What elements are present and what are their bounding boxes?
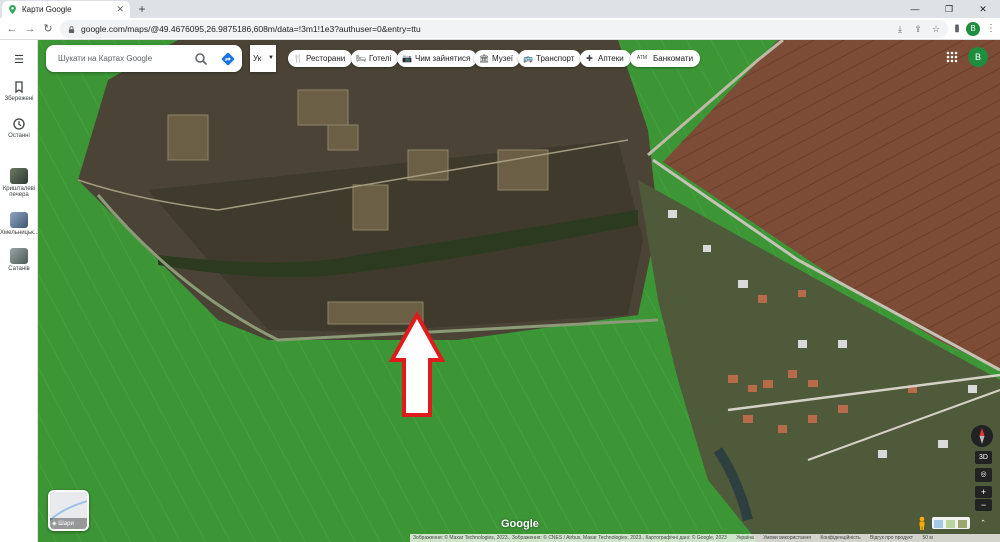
- feedback-link[interactable]: Відгук про продукт: [870, 535, 913, 541]
- tilt-3d-button[interactable]: 3D: [975, 451, 992, 464]
- imagery-thumbnails[interactable]: [932, 517, 970, 529]
- chip-hotels[interactable]: 🛏 Готелі: [351, 50, 399, 67]
- share-icon[interactable]: ⇪: [912, 23, 924, 35]
- account-avatar[interactable]: B: [968, 47, 988, 67]
- chip-things-to-do[interactable]: 📷 Чим зайнятися: [397, 50, 478, 67]
- google-logo: Google: [501, 518, 539, 530]
- download-icon[interactable]: ⤓: [894, 23, 906, 35]
- menu-button[interactable]: ☰: [0, 53, 38, 69]
- recent-place-label: Сатанів: [8, 266, 30, 272]
- zoom-in-button[interactable]: +: [975, 486, 992, 498]
- chip-label: Готелі: [369, 54, 392, 63]
- map-attribution-bar: Зображення: © Maxar Technologies, 2023.,…: [410, 534, 1000, 542]
- rail-recent[interactable]: Останні: [0, 117, 38, 139]
- maps-side-rail: ☰ Збережені Останні Кришталеві печера Хм…: [0, 40, 39, 542]
- chip-label: Банкомати: [653, 54, 694, 63]
- chip-label: Музеї: [492, 54, 514, 63]
- bookmark-icon: [15, 81, 23, 94]
- recent-place-1[interactable]: Кришталеві печера: [0, 168, 38, 198]
- chip-transit[interactable]: 🚌 Транспорт: [518, 50, 582, 67]
- imagery-thumbnail-icons: [934, 520, 967, 528]
- profile-avatar[interactable]: B: [966, 22, 980, 36]
- google-apps-icon[interactable]: [945, 50, 959, 64]
- pegman-icon[interactable]: [916, 516, 928, 530]
- compass-icon[interactable]: [971, 425, 993, 447]
- language-value: Ук: [253, 54, 262, 63]
- url-text: google.com/maps/@49.4676095,26.9875186,6…: [81, 24, 421, 34]
- imagery-credit: Зображення: © Maxar Technologies, 2023.,…: [413, 535, 727, 541]
- my-location-icon: ◎: [980, 471, 987, 478]
- layers-label: Шари: [58, 520, 74, 527]
- layers-button[interactable]: ◈ Шари: [48, 490, 89, 531]
- chip-label: Чим зайнятися: [415, 54, 471, 63]
- close-window-button[interactable]: ✕: [968, 0, 998, 18]
- reload-icon[interactable]: ↻: [40, 21, 56, 37]
- place-thumbnail: [10, 212, 28, 228]
- maximize-button[interactable]: ❐: [934, 0, 964, 18]
- tab-title: Карти Google: [22, 5, 72, 14]
- my-location-button[interactable]: ◎: [975, 468, 992, 482]
- pharmacy-icon: ✚: [586, 54, 593, 63]
- browser-window: Карти Google ✕ + — ❐ ✕ ← → ↻ google.com/…: [0, 0, 1000, 542]
- hotel-icon: 🛏: [356, 54, 367, 63]
- browser-tab[interactable]: Карти Google ✕: [2, 1, 130, 18]
- side-panel-icon[interactable]: ▮: [950, 22, 964, 36]
- search-icon[interactable]: [194, 52, 208, 66]
- new-tab-button[interactable]: +: [135, 2, 149, 16]
- recent-place-label: Хмельницьк...: [0, 230, 39, 236]
- address-bar[interactable]: google.com/maps/@49.4676095,26.9875186,6…: [60, 20, 948, 38]
- transit-icon: 🚌: [523, 54, 533, 63]
- chip-label: Ресторани: [306, 54, 346, 63]
- atm-icon: ATM: [636, 55, 648, 61]
- chip-atms[interactable]: ATM Банкомати: [630, 50, 701, 67]
- close-tab-icon[interactable]: ✕: [116, 4, 124, 15]
- hamburger-menu-icon: ☰: [14, 54, 24, 66]
- lock-icon: [68, 25, 75, 33]
- layers-label-wrap: ◈ Шари: [52, 520, 74, 528]
- tab-strip: Карти Google ✕ + — ❐ ✕: [0, 0, 1000, 18]
- chip-restaurants[interactable]: 🍴 Ресторани: [288, 50, 353, 67]
- zoom-out-button[interactable]: −: [975, 499, 992, 511]
- place-thumbnail: [10, 168, 28, 184]
- maps-search-box: [46, 45, 242, 72]
- rail-saved-label: Збережені: [4, 96, 34, 102]
- bookmark-star-icon[interactable]: ☆: [930, 23, 942, 35]
- chip-label: Аптеки: [598, 54, 624, 63]
- chip-museums[interactable]: 🏛 Музеї: [474, 50, 521, 67]
- history-icon: [13, 118, 25, 130]
- recent-place-3[interactable]: Сатанів: [0, 248, 38, 272]
- chip-label: Транспорт: [536, 54, 575, 63]
- recent-place-2[interactable]: Хмельницьк...: [0, 212, 39, 236]
- recent-place-label: Кришталеві печера: [2, 186, 36, 198]
- region-link[interactable]: Україна: [736, 535, 754, 541]
- terms-link[interactable]: Умови використання: [763, 535, 811, 541]
- browser-toolbar: ← → ↻ google.com/maps/@49.4676095,26.987…: [0, 18, 1000, 40]
- satellite-map[interactable]: [38, 40, 1000, 542]
- place-thumbnail: [10, 248, 28, 264]
- expand-chevron-icon[interactable]: ⌃: [978, 518, 988, 529]
- rail-saved[interactable]: Збережені: [0, 80, 38, 102]
- search-input[interactable]: [58, 54, 188, 63]
- scale-label[interactable]: 50 м: [922, 535, 932, 541]
- minimize-button[interactable]: —: [900, 0, 930, 18]
- language-select[interactable]: Ук ▼: [250, 45, 276, 72]
- rail-recent-label: Останні: [8, 133, 30, 139]
- restaurant-icon: 🍴: [293, 54, 303, 63]
- chip-pharmacies[interactable]: ✚ Аптеки: [580, 50, 631, 67]
- menu-dots-icon[interactable]: ⋮: [984, 22, 998, 36]
- caret-down-icon: ▼: [268, 55, 274, 61]
- satellite-imagery: [38, 40, 1000, 542]
- back-arrow-icon[interactable]: ←: [4, 21, 20, 37]
- directions-icon[interactable]: [221, 52, 235, 66]
- forward-arrow-icon[interactable]: →: [22, 21, 38, 37]
- privacy-link[interactable]: Конфіденційність: [820, 535, 860, 541]
- museum-icon: 🏛: [479, 54, 490, 63]
- maps-pin-icon: [9, 5, 16, 14]
- things-to-do-icon: 📷: [402, 54, 412, 63]
